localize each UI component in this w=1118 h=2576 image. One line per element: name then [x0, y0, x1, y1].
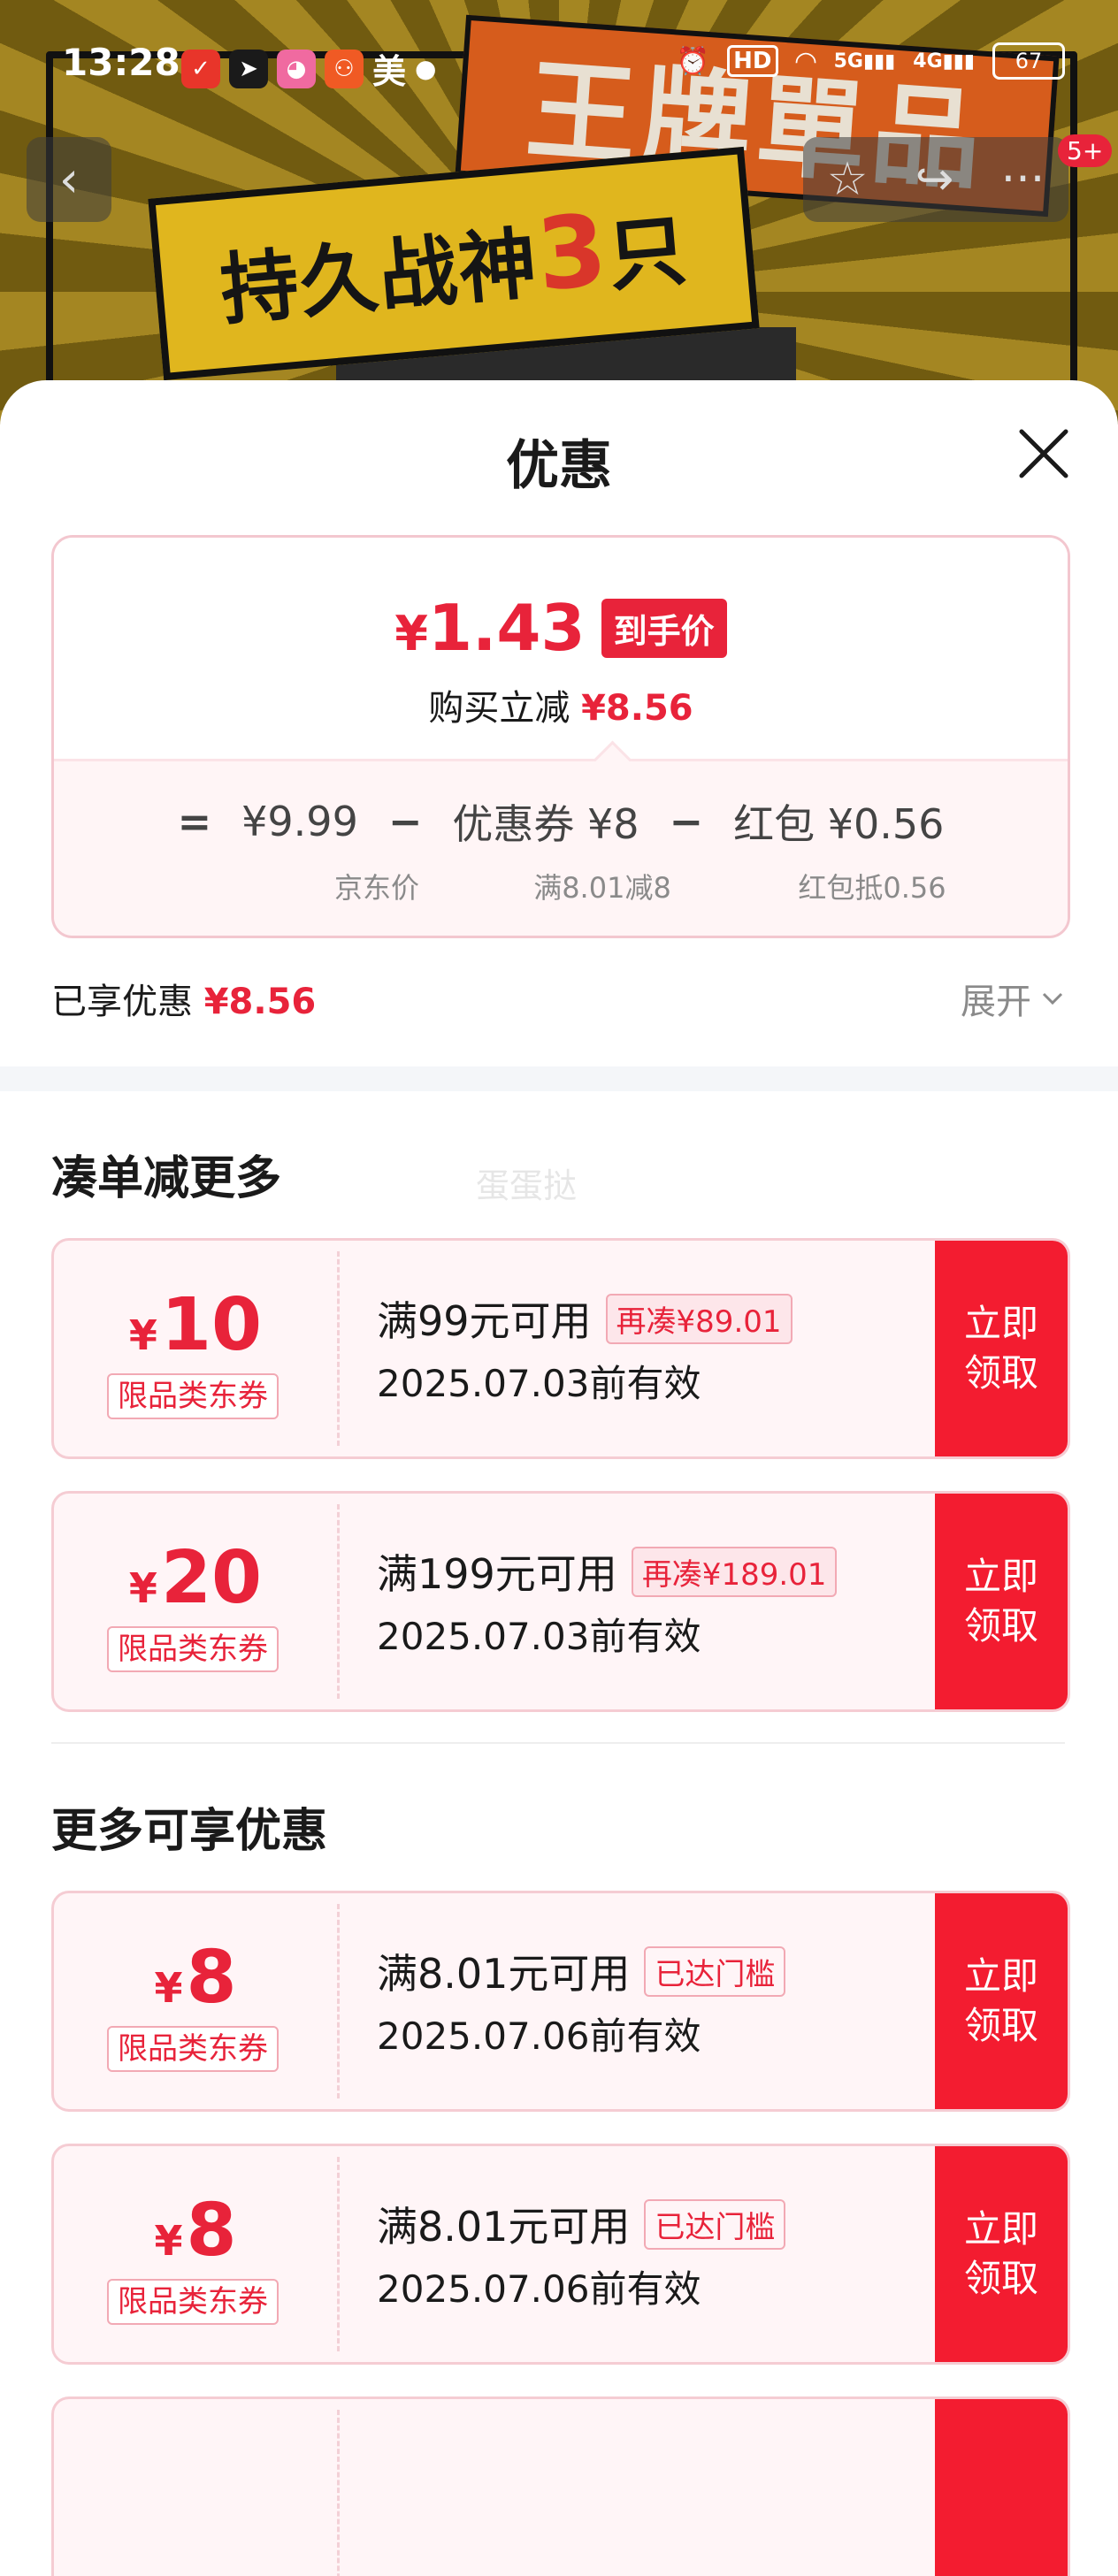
close-button[interactable]	[1013, 423, 1075, 485]
app-notification-icon: ✓	[181, 49, 220, 88]
coupon-divider	[337, 1251, 340, 1446]
section-title-more: 凑单减更多	[51, 1152, 282, 1205]
coupon-divider	[337, 2157, 340, 2351]
more-menu-icon[interactable]: ···	[1001, 153, 1045, 206]
sheet-title: 优惠	[506, 435, 612, 497]
redpack-deduction-label: 红包抵0.56	[798, 871, 946, 905]
claim-button[interactable]: 立即 领取	[935, 1494, 1068, 1709]
final-price-section: ¥1.43 到手价 购买立减 ¥8.56	[54, 538, 1068, 759]
close-icon	[1019, 429, 1068, 478]
wifi-icon: ◠	[795, 45, 816, 77]
coupon-card: ¥10 限品类东券 满99元可用 再凑¥89.01 2025.07.03前有效 …	[51, 1238, 1070, 1459]
claim-button[interactable]: 立即 领取	[935, 2146, 1068, 2362]
status-bar: 13:28 ✓ ➤ ◕ ⚇ 美 ● ⏰ HD ◠ 5G▮▮▮ 4G▮▮▮ 67	[0, 35, 1118, 97]
share-icon[interactable]: ↪	[915, 153, 954, 206]
back-button[interactable]: ‹	[27, 137, 111, 222]
coupon-chip: 已达门槛	[644, 1945, 786, 1997]
coupon-validity: 2025.07.06前有效	[377, 2267, 701, 2311]
enjoyed-discount-value: ¥8.56	[203, 982, 317, 1022]
coupon-validity: 2025.07.03前有效	[377, 1615, 701, 1658]
enjoyed-discount: 已享优惠 ¥8.56	[51, 982, 317, 1022]
section-gap	[0, 1066, 1118, 1091]
claim-button[interactable]	[935, 2399, 1068, 2576]
coupon-validity: 2025.07.03前有效	[377, 1362, 701, 1405]
coupon-card: ¥20 限品类东券 满199元可用 再凑¥189.01 2025.07.03前有…	[51, 1491, 1070, 1712]
minus-sign: −	[669, 798, 704, 845]
coupon-card-partial	[51, 2396, 1070, 2576]
alarm-icon: ⏰	[676, 45, 710, 77]
notification-icons: ✓ ➤ ◕ ⚇ 美 ●	[181, 44, 436, 93]
battery-icon: 67	[992, 42, 1065, 80]
send-app-icon: ➤	[229, 49, 268, 88]
section-title-extra: 更多可享优惠	[51, 1805, 328, 1858]
message-badge: 5+	[1058, 134, 1113, 167]
price-breakdown: = ¥9.99 − 优惠券 ¥8 − 红包 ¥0.56 京东价 满8.01减8 …	[54, 761, 1068, 936]
top-actions: ☆ ↪ ···	[803, 137, 1068, 222]
coupon-chip: 再凑¥189.01	[631, 1546, 838, 1597]
coupon-divider	[337, 1904, 340, 2098]
final-price: ¥1.43	[394, 591, 586, 665]
coupon-amount: ¥10	[128, 1283, 263, 1367]
coupon-kind: 限品类东券	[107, 2279, 279, 2325]
status-time: 13:28	[62, 41, 180, 84]
section-separator	[51, 1742, 1065, 1744]
coupon-deduction: 优惠券 ¥8	[452, 800, 639, 848]
dot-icon: ●	[415, 54, 437, 83]
signal-5g-icon: 5G▮▮▮	[833, 50, 896, 73]
favorite-star-icon[interactable]: ☆	[827, 153, 869, 206]
chevron-left-icon: ‹	[58, 150, 80, 209]
claim-button[interactable]: 立即 领取	[935, 1241, 1068, 1456]
coupon-amount: ¥8	[154, 2189, 237, 2273]
coupon-card: ¥8 限品类东券 满8.01元可用 已达门槛 2025.07.06前有效 立即领…	[51, 1891, 1070, 2112]
jd-price-label: 京东价	[333, 871, 419, 905]
signal-4g-icon: 4G▮▮▮	[913, 50, 975, 73]
coupon-kind: 限品类东券	[107, 2026, 279, 2072]
price-summary-card: ¥1.43 到手价 购买立减 ¥8.56 = ¥9.99 − 优惠券 ¥8 − …	[51, 535, 1070, 938]
coupon-card: ¥8 限品类东券 满8.01元可用 已达门槛 2025.07.06前有效 立即领…	[51, 2144, 1070, 2365]
hd-icon: HD	[727, 45, 778, 77]
coupon-divider	[337, 1504, 340, 1699]
coupon-kind: 限品类东券	[107, 1626, 279, 1672]
banner-yellow-text: 持久战神3只	[217, 192, 693, 336]
final-price-row: ¥1.43 到手价	[54, 591, 1068, 665]
instant-discount: 购买立减 ¥8.56	[428, 688, 693, 729]
coupon-kind: 限品类东券	[107, 1373, 279, 1419]
coupon-chip: 已达门槛	[644, 2198, 786, 2250]
coupon-condition: 满8.01元可用 已达门槛	[377, 1942, 786, 2000]
coupon-condition: 满8.01元可用 已达门槛	[377, 2195, 786, 2253]
coupon-deduction-label: 满8.01减8	[533, 871, 671, 905]
jd-price: ¥9.99	[241, 798, 358, 845]
pig-app-icon: ◕	[277, 49, 316, 88]
watermark: 蛋蛋挞	[476, 1166, 578, 1205]
equals-sign: =	[177, 798, 212, 845]
redpack-deduction: 红包 ¥0.56	[733, 800, 945, 848]
coupon-condition: 满99元可用 再凑¥89.01	[377, 1289, 793, 1348]
final-price-tag: 到手价	[601, 598, 727, 658]
coupon-amount: ¥8	[154, 1936, 237, 2020]
price-formula: = ¥9.99 − 优惠券 ¥8 − 红包 ¥0.56	[54, 792, 1068, 851]
claim-button[interactable]: 立即 领取	[935, 1893, 1068, 2109]
chevron-down-icon	[1042, 992, 1063, 1005]
coupon-chip: 再凑¥89.01	[605, 1293, 793, 1344]
coupon-amount: ¥20	[128, 1536, 263, 1620]
instant-discount-value: ¥8.56	[581, 688, 693, 729]
coupon-condition: 满199元可用 再凑¥189.01	[377, 1542, 838, 1601]
taobao-app-icon: ⚇	[325, 49, 364, 88]
coupon-validity: 2025.07.06前有效	[377, 2014, 701, 2058]
meituan-notification-text: 美	[372, 52, 407, 91]
discount-sheet: 优惠 ¥1.43 到手价 购买立减 ¥8.56 = ¥9.99 − 优惠券 ¥8…	[0, 380, 1118, 2576]
minus-sign: −	[387, 798, 423, 845]
system-icons: ⏰ HD ◠ 5G▮▮▮ 4G▮▮▮ 67	[677, 42, 1065, 80]
expand-button[interactable]: 展开	[961, 973, 1067, 1024]
coupon-divider	[337, 2410, 340, 2576]
